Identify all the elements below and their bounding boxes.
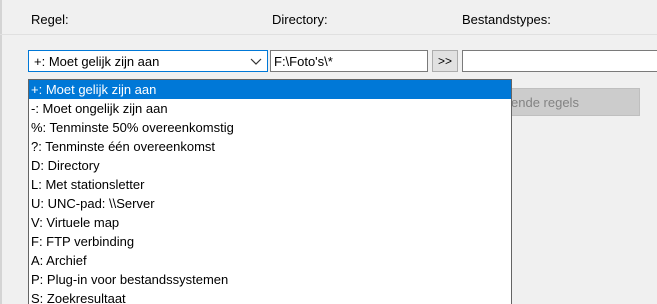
rules-button-label: ende regels [511, 95, 579, 110]
dropdown-option[interactable]: D: Directory [29, 156, 511, 175]
dropdown-option[interactable]: L: Met stationsletter [29, 175, 511, 194]
append-button[interactable]: >> [432, 50, 458, 72]
rule-type-combobox[interactable]: +: Moet gelijk zijn aan [28, 50, 268, 72]
dropdown-option[interactable]: -: Moet ongelijk zijn aan [29, 99, 511, 118]
header-bestandstypes: Bestandstypes: [462, 12, 551, 27]
chevron-down-icon[interactable] [249, 53, 263, 69]
dropdown-option[interactable]: P: Plug-in voor bestandssystemen [29, 270, 511, 289]
dropdown-option[interactable]: F: FTP verbinding [29, 232, 511, 251]
header-directory: Directory: [272, 12, 328, 27]
left-border [0, 0, 2, 304]
dropdown-option[interactable]: A: Archief [29, 251, 511, 270]
dropdown-option[interactable]: U: UNC-pad: \\Server [29, 194, 511, 213]
dropdown-option[interactable]: V: Virtuele map [29, 213, 511, 232]
combobox-value: +: Moet gelijk zijn aan [34, 54, 160, 69]
rule-type-dropdown-list[interactable]: +: Moet gelijk zijn aan -: Moet ongelijk … [28, 79, 512, 304]
filetypes-input[interactable] [462, 50, 657, 72]
dropdown-option[interactable]: S: Zoekresultaat [29, 289, 511, 304]
header-divider [0, 34, 657, 35]
directory-value: F:\Foto's\* [274, 54, 333, 69]
dropdown-option[interactable]: ?: Tenminste één overeenkomst [29, 137, 511, 156]
rule-editor: Regel: Directory: Bestandstypes: +: Moet… [0, 0, 657, 304]
directory-input[interactable]: F:\Foto's\* [270, 50, 428, 72]
dropdown-option[interactable]: %: Tenminste 50% overeenkomstig [29, 118, 511, 137]
dropdown-option[interactable]: +: Moet gelijk zijn aan [29, 80, 511, 99]
header-regel: Regel: [31, 12, 69, 27]
